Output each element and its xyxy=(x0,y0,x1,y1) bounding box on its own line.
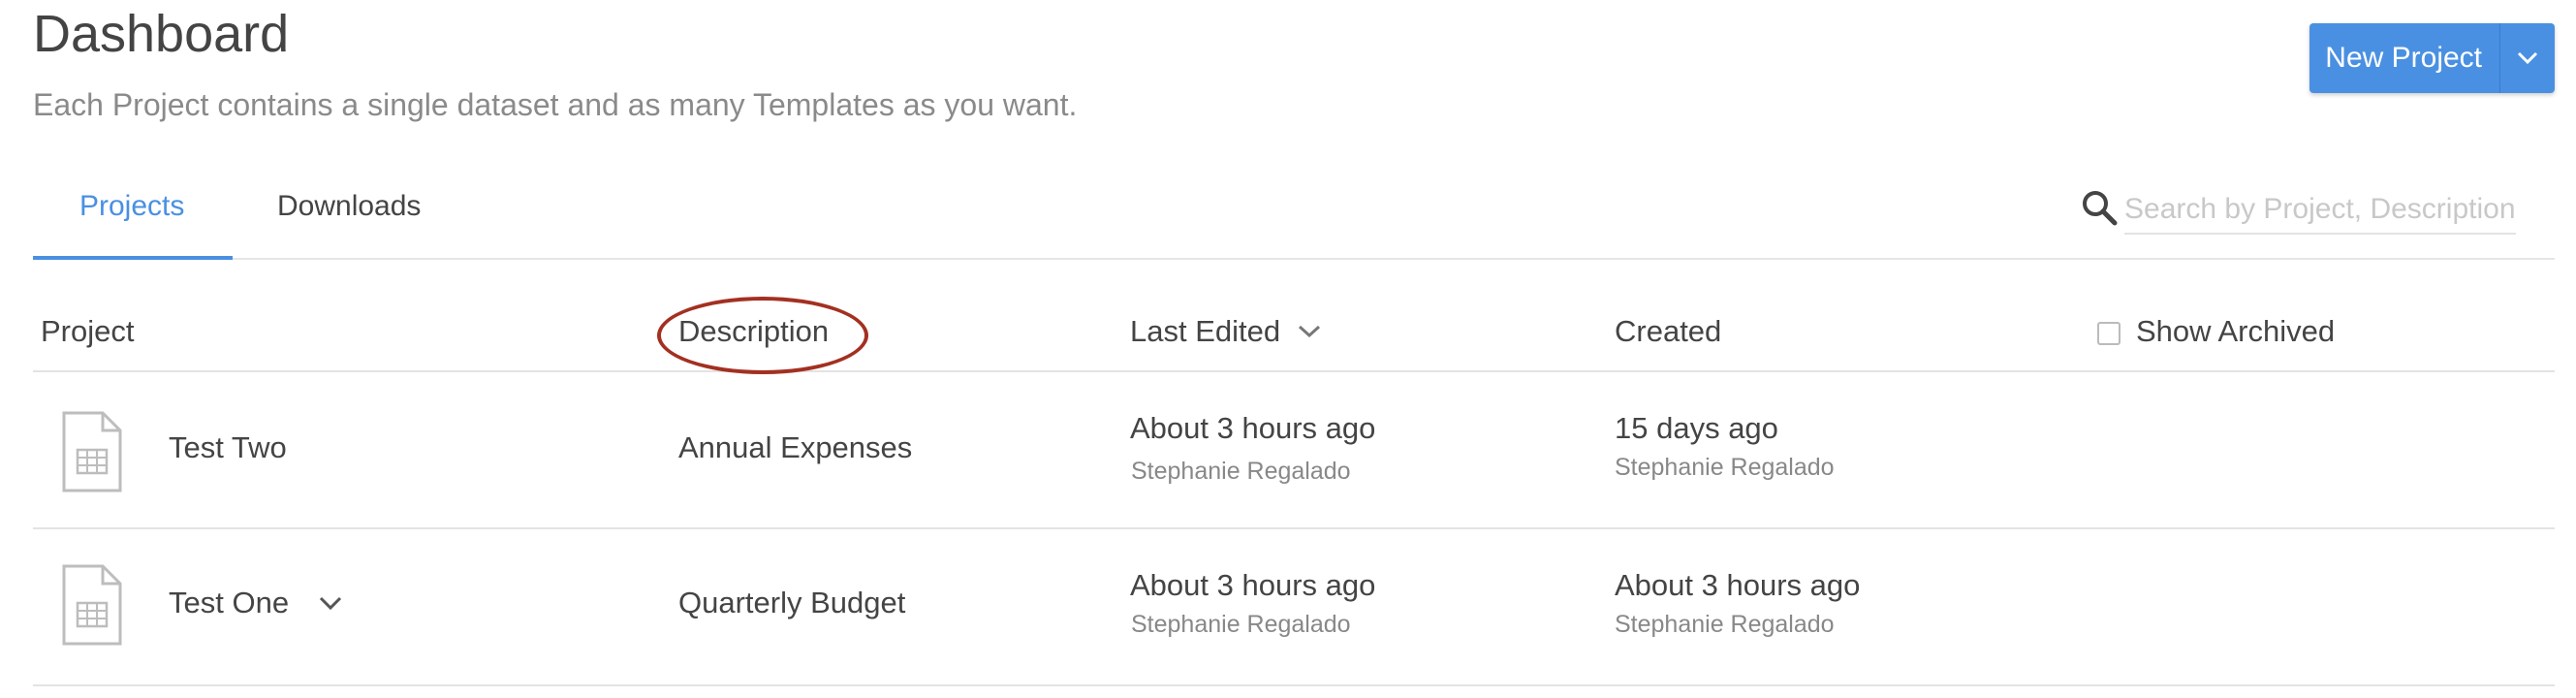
annotation-ellipse xyxy=(657,297,868,374)
created-by: Stephanie Regalado xyxy=(1615,611,1835,638)
chevron-down-icon xyxy=(2517,51,2538,65)
search-input[interactable] xyxy=(2124,186,2516,235)
table-row[interactable]: Test Two Annual Expenses About 3 hours a… xyxy=(33,372,2555,529)
search-icon xyxy=(2083,191,2118,226)
show-archived-label[interactable]: Show Archived xyxy=(2136,314,2335,349)
active-tab-indicator xyxy=(33,256,233,260)
new-project-button[interactable]: New Project xyxy=(2309,23,2499,93)
created-time: About 3 hours ago xyxy=(1615,568,1861,602)
last-edited-by: Stephanie Regalado xyxy=(1131,458,1351,485)
new-project-menu-button[interactable] xyxy=(2500,23,2555,93)
column-header-last-edited-label: Last Edited xyxy=(1130,314,1281,348)
created-by: Stephanie Regalado xyxy=(1615,454,1835,481)
last-edited-by: Stephanie Regalado xyxy=(1131,611,1351,638)
column-header-created[interactable]: Created xyxy=(1615,314,1721,349)
table-row[interactable]: Test One Quarterly Budget About 3 hours … xyxy=(33,529,2555,686)
created-time: 15 days ago xyxy=(1615,411,1778,445)
last-edited-time: About 3 hours ago xyxy=(1130,568,1376,602)
show-archived-checkbox[interactable] xyxy=(2097,322,2120,345)
last-edited-time: About 3 hours ago xyxy=(1130,411,1376,445)
page-title: Dashboard xyxy=(33,5,290,63)
project-name[interactable]: Test One xyxy=(169,586,289,620)
chevron-down-icon[interactable] xyxy=(318,595,343,611)
project-description: Annual Expenses xyxy=(678,430,913,464)
project-name-with-menu[interactable]: Test One xyxy=(169,586,343,620)
column-header-project[interactable]: Project xyxy=(41,314,134,349)
new-project-split-button[interactable]: New Project xyxy=(2309,23,2555,93)
spreadsheet-file-icon xyxy=(62,564,122,646)
spreadsheet-file-icon xyxy=(62,411,122,492)
tab-downloads[interactable]: Downloads xyxy=(277,190,421,223)
project-name[interactable]: Test Two xyxy=(169,430,287,465)
page-subtitle: Each Project contains a single dataset a… xyxy=(33,87,1078,122)
project-description: Quarterly Budget xyxy=(678,586,906,619)
table-header: Project Description Last Edited Created … xyxy=(33,291,2555,372)
tab-projects[interactable]: Projects xyxy=(79,190,184,223)
column-header-last-edited[interactable]: Last Edited xyxy=(1130,314,1321,349)
search-box xyxy=(2080,186,2516,235)
sort-chevron-down-icon xyxy=(1299,325,1321,338)
